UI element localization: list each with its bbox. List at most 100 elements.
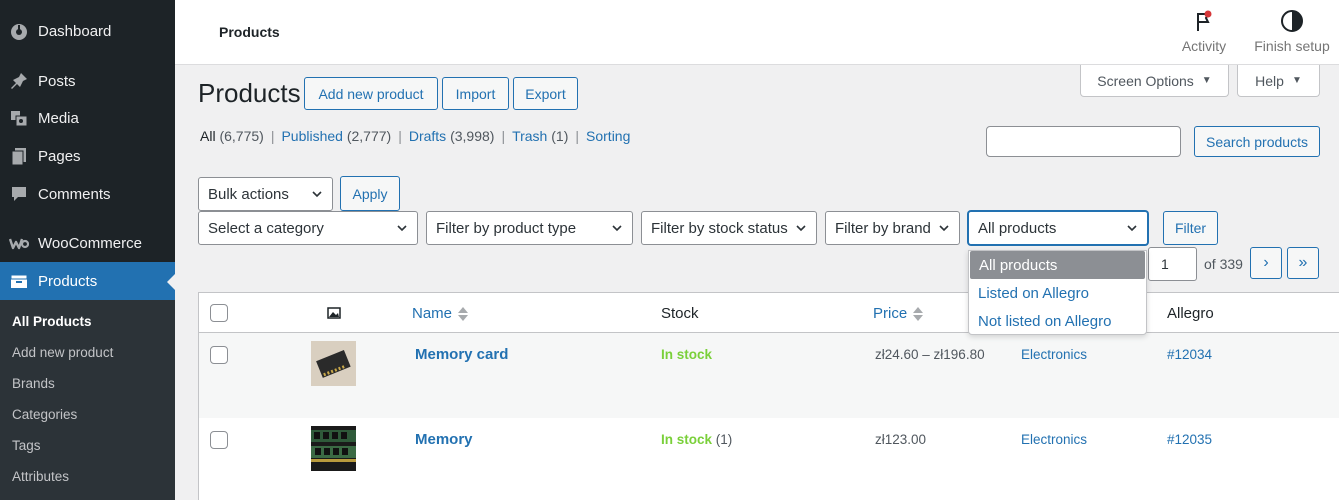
product-name-link[interactable]: Memory [415, 431, 473, 448]
view-trash[interactable]: Trash [512, 128, 547, 144]
stock-quantity: (1) [715, 432, 733, 447]
product-name-link[interactable]: Memory card [415, 346, 508, 363]
menu-item-posts[interactable]: Posts [0, 62, 175, 100]
product-thumbnail[interactable] [311, 341, 356, 386]
current-page-input[interactable]: 1 [1148, 247, 1197, 281]
screen-options-button[interactable]: Screen Options ▼ [1080, 65, 1229, 97]
separator: | [270, 128, 275, 144]
menu-item-woocommerce[interactable]: WooCommerce [0, 224, 175, 262]
product-type-filter-select[interactable]: Filter by product type [426, 211, 633, 245]
image-column-icon [327, 306, 341, 324]
product-price: zł24.60 – zł196.80 [875, 347, 985, 362]
screen-options-label: Screen Options [1097, 72, 1194, 89]
allegro-filter-dropdown: All products Listed on Allegro Not liste… [968, 250, 1147, 335]
table-row: Memory card In stock zł24.60 – zł196.80 … [199, 333, 1339, 418]
separator: | [501, 128, 506, 144]
submenu-brands[interactable]: Brands [12, 376, 55, 391]
pin-icon [9, 71, 29, 91]
help-label: Help [1255, 72, 1284, 89]
select-value: Bulk actions [208, 185, 289, 203]
menu-label: Posts [38, 72, 76, 90]
menu-item-media[interactable]: Media [0, 99, 175, 137]
in-stock-label: In stock [661, 347, 713, 362]
row-checkbox[interactable] [210, 346, 228, 364]
allegro-link[interactable]: #12034 [1167, 347, 1212, 362]
chevron-down-icon [939, 225, 949, 232]
apply-button[interactable]: Apply [340, 176, 400, 211]
bulk-actions-select[interactable]: Bulk actions [198, 177, 333, 211]
product-price: zł123.00 [875, 432, 927, 447]
category-link[interactable]: Electronics [1021, 432, 1087, 447]
products-submenu: All Products Add new product Brands Cate… [0, 300, 175, 500]
menu-item-dashboard[interactable]: Dashboard [0, 12, 175, 50]
stock-status-filter-select[interactable]: Filter by stock status [641, 211, 817, 245]
menu-item-comments[interactable]: Comments [0, 175, 175, 213]
select-value: Filter by brand [835, 219, 931, 237]
last-page-button[interactable]: » [1287, 247, 1319, 279]
price-column-header[interactable]: Price [873, 305, 924, 322]
select-all-checkbox[interactable] [210, 304, 228, 322]
table-header: Name Stock Price Allegro [199, 293, 1339, 333]
stock-column-header: Stock [661, 305, 699, 322]
menu-label: Dashboard [38, 22, 112, 40]
select-value: Filter by stock status [651, 219, 788, 237]
row-checkbox[interactable] [210, 431, 228, 449]
caret-down-icon: ▼ [1291, 75, 1302, 86]
option-all-products[interactable]: All products [970, 251, 1145, 279]
breadcrumb: Products [219, 24, 280, 40]
activity-button[interactable]: Activity [1175, 8, 1233, 54]
menu-item-products[interactable]: Products [0, 262, 175, 300]
allegro-filter-select[interactable]: All products [968, 211, 1148, 245]
submenu-tags[interactable]: Tags [12, 438, 41, 453]
menu-label: WooCommerce [38, 234, 142, 252]
half-circle-icon [1251, 8, 1333, 34]
menu-item-pages[interactable]: Pages [0, 137, 175, 175]
brand-filter-select[interactable]: Filter by brand [825, 211, 960, 245]
column-label: Price [873, 305, 908, 322]
flag-icon [1175, 8, 1233, 34]
category-link[interactable]: Electronics [1021, 347, 1087, 362]
select-value: Select a category [208, 219, 324, 237]
export-button[interactable]: Export [513, 77, 578, 110]
submenu-add-new-product[interactable]: Add new product [12, 345, 113, 360]
select-value: All products [978, 219, 1057, 237]
view-count: (6,775) [219, 128, 264, 144]
option-not-listed-on-allegro[interactable]: Not listed on Allegro [969, 307, 1146, 335]
product-thumbnail[interactable] [311, 426, 356, 471]
top-header: Products Activity Finish setup [175, 0, 1339, 65]
submenu-attributes[interactable]: Attributes [12, 469, 69, 484]
name-column-header[interactable]: Name [412, 305, 469, 322]
woocommerce-icon [9, 233, 29, 253]
allegro-column-header: Allegro [1167, 305, 1214, 322]
menu-label: Pages [38, 147, 81, 165]
view-count: (2,777) [346, 128, 392, 144]
filter-button[interactable]: Filter [1163, 211, 1218, 245]
category-filter-select[interactable]: Select a category [198, 211, 418, 245]
menu-label: Products [38, 272, 98, 290]
import-button[interactable]: Import [442, 77, 509, 110]
comments-icon [9, 184, 29, 204]
help-button[interactable]: Help ▼ [1237, 65, 1320, 97]
search-input[interactable] [986, 126, 1181, 157]
add-new-product-button[interactable]: Add new product [304, 77, 438, 110]
caret-down-icon: ▼ [1201, 75, 1212, 86]
finish-setup-label: Finish setup [1254, 38, 1330, 54]
products-icon [9, 271, 29, 291]
column-label: Name [412, 305, 453, 322]
option-listed-on-allegro[interactable]: Listed on Allegro [969, 279, 1146, 307]
total-pages: of 339 [1204, 256, 1243, 272]
next-page-button[interactable]: › [1250, 247, 1282, 279]
finish-setup-button[interactable]: Finish setup [1251, 8, 1333, 54]
view-all[interactable]: All [200, 128, 216, 144]
view-published[interactable]: Published [281, 128, 343, 144]
table-row: Memory In stock (1) zł123.00 Electronics… [199, 418, 1339, 500]
submenu-categories[interactable]: Categories [12, 407, 77, 422]
view-drafts[interactable]: Drafts [409, 128, 446, 144]
search-products-button[interactable]: Search products [1194, 126, 1320, 157]
chevron-down-icon [397, 225, 407, 232]
menu-label: Comments [38, 185, 111, 203]
allegro-link[interactable]: #12035 [1167, 432, 1212, 447]
sort-icon [913, 306, 924, 321]
view-sorting[interactable]: Sorting [586, 128, 630, 144]
submenu-all-products[interactable]: All Products [12, 314, 92, 329]
